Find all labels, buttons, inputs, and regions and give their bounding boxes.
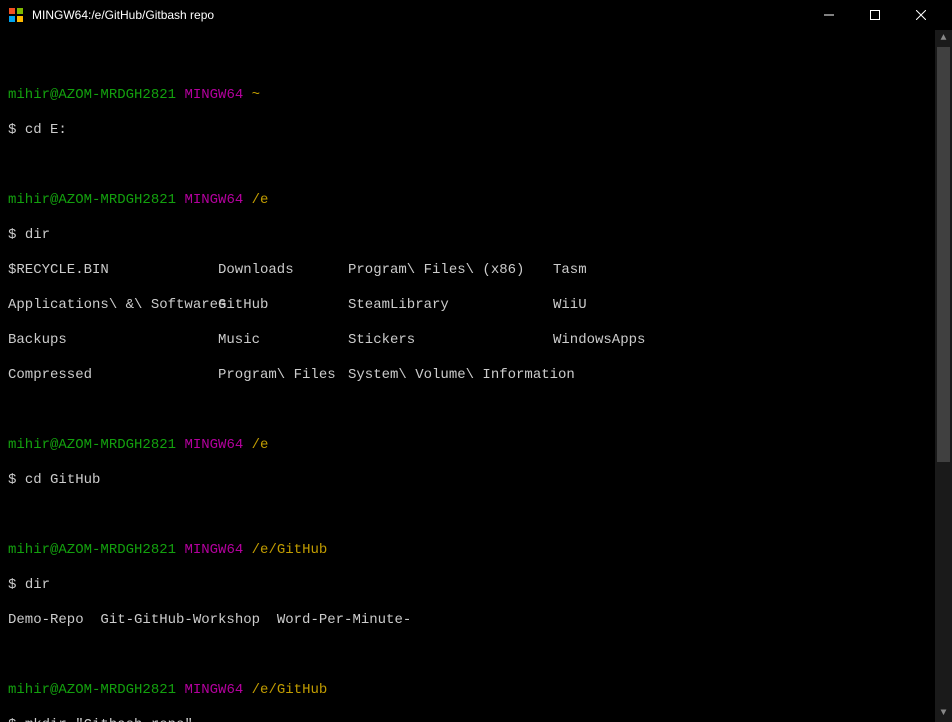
dir-output: $RECYCLE.BINDownloadsProgram\ Files\ (x8… (8, 262, 944, 280)
maximize-button[interactable] (852, 0, 898, 30)
window-title: MINGW64:/e/GitHub/Gitbash repo (32, 8, 806, 22)
prompt-user: mihir@AZOM-MRDGH2821 (8, 87, 176, 103)
scroll-up-arrow[interactable]: ▲ (935, 30, 952, 47)
scroll-down-arrow[interactable]: ▼ (935, 705, 952, 722)
prompt-shell: MINGW64 (184, 87, 243, 103)
dir-output: Demo-Repo Git-GitHub-Workshop Word-Per-M… (8, 612, 944, 630)
minimize-button[interactable] (806, 0, 852, 30)
app-icon (8, 7, 24, 23)
prompt-path: ~ (252, 87, 260, 103)
close-button[interactable] (898, 0, 944, 30)
command: cd E: (25, 122, 67, 138)
terminal-area[interactable]: mihir@AZOM-MRDGH2821 MINGW64 ~ $ cd E: m… (0, 30, 952, 722)
titlebar: MINGW64:/e/GitHub/Gitbash repo (0, 0, 952, 30)
vertical-scrollbar[interactable]: ▲ ▼ (935, 30, 952, 722)
scrollbar-thumb[interactable] (937, 47, 950, 462)
window-controls (806, 0, 944, 30)
